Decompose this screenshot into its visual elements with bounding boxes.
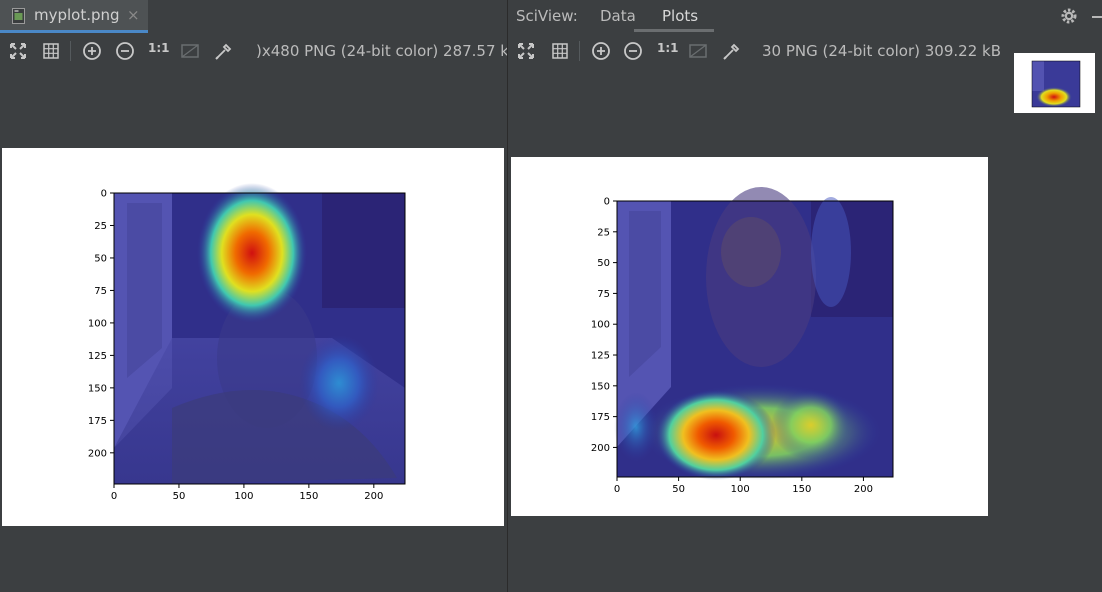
zoom-out-icon[interactable]	[114, 40, 136, 62]
y-tick-label: 75	[597, 289, 610, 300]
actual-size-icon[interactable]: 1:1	[657, 41, 679, 55]
close-tab-icon[interactable]: ×	[127, 6, 140, 24]
y-tick-label: 50	[94, 253, 107, 264]
y-tick-label: 0	[101, 189, 107, 200]
editor-tab-bar: myplot.png ×	[0, 0, 507, 33]
y-tick-label: 200	[88, 448, 107, 459]
plot-image: 0 25 50 75 100 125 150 175 200 0 50 100 150 200	[511, 157, 988, 516]
image-viewer-pane: myplot.png × 1:1 )x480 PNG (24-bit color…	[0, 0, 507, 592]
x-tick-label: 50	[672, 484, 685, 495]
zoom-out-icon[interactable]	[622, 40, 644, 62]
plot-thumbnail[interactable]	[1014, 53, 1095, 113]
grid-icon[interactable]	[40, 40, 62, 62]
x-tick-label: 100	[731, 484, 750, 495]
toolbar-separator	[579, 41, 580, 61]
x-tick-label: 0	[111, 491, 117, 502]
color-picker-icon[interactable]	[212, 40, 234, 62]
x-tick-label: 200	[364, 491, 383, 502]
minimize-icon[interactable]	[1092, 16, 1102, 18]
x-axis-ticks: 0 50 100 150 200	[111, 484, 383, 502]
active-tab-indicator	[634, 29, 714, 32]
tab-data[interactable]: Data	[600, 7, 636, 25]
zoom-in-icon[interactable]	[590, 40, 612, 62]
x-tick-label: 100	[234, 491, 253, 502]
image-toolbar: 1:1 )x480 PNG (24-bit color) 287.57 kB	[0, 35, 507, 67]
image-info-text: )x480 PNG (24-bit color) 287.57 kB	[256, 42, 507, 60]
x-tick-label: 0	[614, 484, 620, 495]
plot-image: 0 25 50 75 100 125 150 175 200 0 50 100 150 200	[2, 148, 504, 526]
y-tick-label: 125	[591, 351, 610, 362]
y-tick-label: 0	[604, 197, 610, 208]
background-icon[interactable]	[179, 40, 201, 62]
fit-icon[interactable]	[7, 40, 29, 62]
heatmap-overlay-image	[114, 183, 405, 484]
x-tick-label: 150	[299, 491, 318, 502]
x-tick-label: 50	[173, 491, 186, 502]
image-info-text: 30 PNG (24-bit color) 309.22 kB	[762, 42, 1001, 60]
y-axis-ticks: 0 25 50 75 100 125 150 175 200	[591, 197, 617, 454]
heatmap-overlay-image	[614, 187, 893, 480]
y-tick-label: 100	[591, 320, 610, 331]
x-tick-label: 200	[854, 484, 873, 495]
zoom-in-icon[interactable]	[81, 40, 103, 62]
y-tick-label: 25	[94, 221, 107, 232]
y-tick-label: 175	[88, 416, 107, 427]
y-tick-label: 75	[94, 286, 107, 297]
y-tick-label: 125	[88, 351, 107, 362]
settings-gear-icon[interactable]	[1060, 7, 1078, 25]
sciview-title: SciView:	[516, 7, 578, 25]
grid-icon[interactable]	[549, 40, 571, 62]
y-tick-label: 150	[591, 381, 610, 392]
y-tick-label: 150	[88, 383, 107, 394]
sciview-pane: SciView: Data Plots 1:1 30 PNG (24-bit c…	[508, 0, 1102, 592]
tab-myplot[interactable]: myplot.png ×	[0, 0, 148, 33]
y-tick-label: 200	[591, 443, 610, 454]
fit-icon[interactable]	[515, 40, 537, 62]
actual-size-icon[interactable]: 1:1	[148, 41, 170, 55]
active-tab-indicator	[0, 30, 148, 33]
y-tick-label: 175	[591, 412, 610, 423]
x-axis-ticks: 0 50 100 150 200	[614, 477, 873, 495]
color-picker-icon[interactable]	[720, 40, 742, 62]
y-tick-label: 100	[88, 318, 107, 329]
background-icon[interactable]	[687, 40, 709, 62]
plot-toolbar: 1:1 30 PNG (24-bit color) 309.22 kB	[508, 35, 1102, 67]
tab-label: myplot.png	[34, 6, 120, 24]
image-file-icon	[12, 8, 25, 24]
y-tick-label: 25	[597, 227, 610, 238]
toolbar-separator	[70, 41, 71, 61]
tab-plots[interactable]: Plots	[662, 7, 698, 25]
y-tick-label: 50	[597, 258, 610, 269]
sciview-header: SciView: Data Plots	[508, 0, 1102, 33]
y-axis-ticks: 0 25 50 75 100 125 150 175 200	[88, 189, 114, 459]
x-tick-label: 150	[792, 484, 811, 495]
